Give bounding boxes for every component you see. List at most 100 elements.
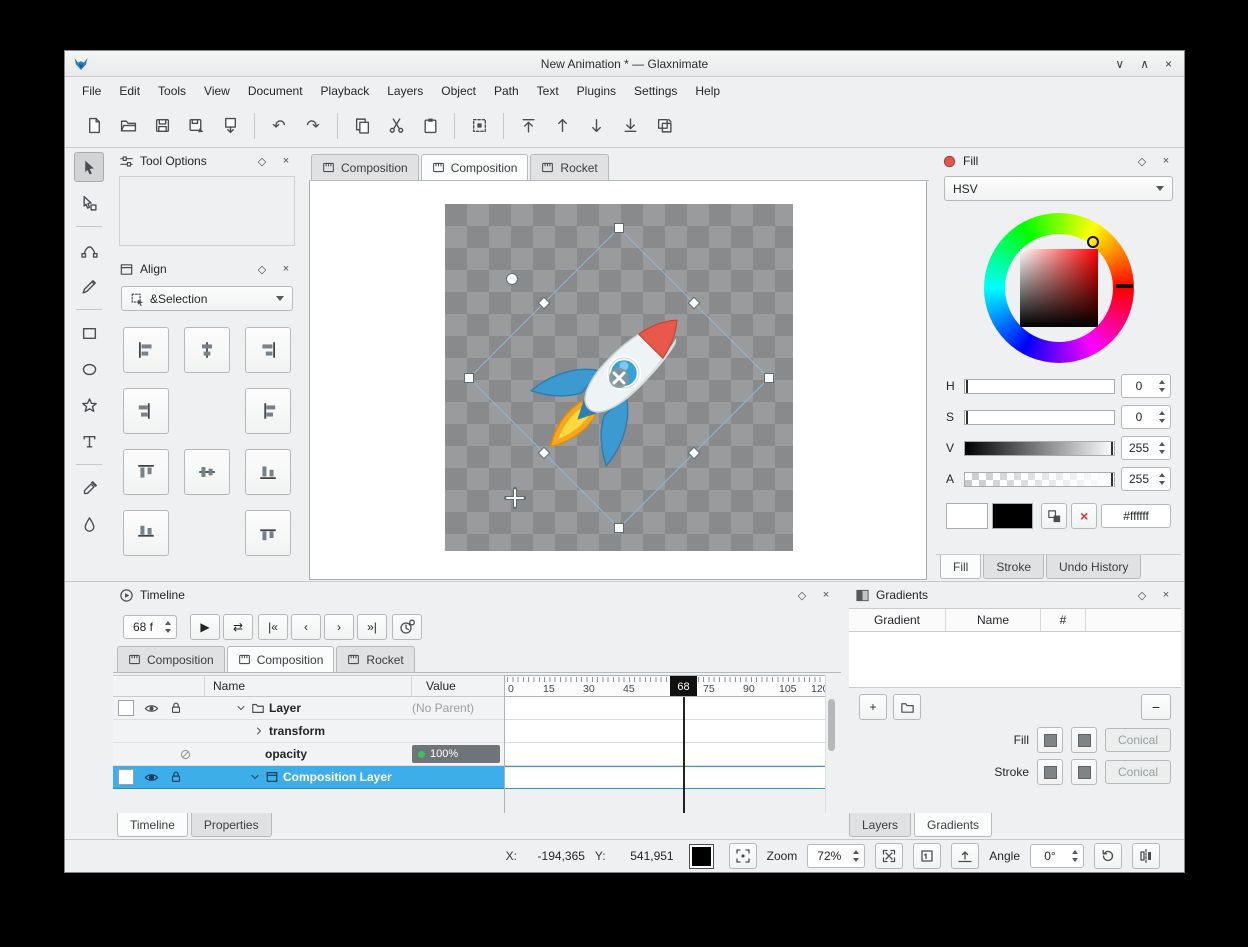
color-model-select[interactable]: HSV	[944, 176, 1173, 201]
canvas-artwork-layer[interactable]	[310, 181, 927, 580]
lock-icon[interactable]	[169, 701, 183, 715]
remove-gradient-button[interactable]: −	[1141, 694, 1171, 720]
saturation-value-square[interactable]	[1020, 249, 1098, 327]
hue-slider[interactable]	[964, 379, 1115, 394]
playhead-line[interactable]	[683, 697, 685, 814]
align-v-center-button[interactable]	[184, 449, 230, 495]
timeline-row-opacity[interactable]: opacity 100%	[113, 743, 504, 766]
fill-gradient-type-select[interactable]: Conical	[1105, 728, 1171, 752]
hue-marker[interactable]	[1116, 284, 1133, 288]
fill-gradient-radial-button[interactable]	[1071, 727, 1097, 753]
scrollbar-thumb[interactable]	[828, 699, 835, 751]
opacity-value-badge[interactable]: 100%	[412, 745, 500, 763]
fill-gradient-linear-button[interactable]	[1037, 727, 1063, 753]
align-v-bottom-button[interactable]	[245, 449, 291, 495]
visible-icon[interactable]	[144, 701, 159, 716]
timeline-tab-composition-2[interactable]: Composition	[227, 646, 335, 672]
tool-star[interactable]	[74, 390, 104, 420]
save-as-button[interactable]	[181, 111, 211, 141]
primary-color-swatch[interactable]	[946, 503, 988, 529]
paste-button[interactable]	[415, 111, 445, 141]
layer-color-checkbox[interactable]	[118, 769, 134, 785]
align-v-outside-top-button[interactable]	[123, 510, 169, 556]
count-column-header[interactable]: #	[1041, 609, 1086, 631]
align-v-top-button[interactable]	[123, 449, 169, 495]
redo-button[interactable]: ↷	[298, 111, 328, 141]
tool-edit-nodes[interactable]	[74, 188, 104, 218]
gradients-list[interactable]	[849, 632, 1181, 688]
loop-button[interactable]: ⇄	[223, 614, 253, 640]
view-reset-button[interactable]	[951, 843, 979, 869]
close-panel-button[interactable]: ×	[1157, 586, 1175, 604]
float-panel-button[interactable]: ◇	[793, 586, 811, 604]
secondary-color-swatch[interactable]	[992, 503, 1034, 529]
close-panel-button[interactable]: ×	[1157, 152, 1175, 170]
menu-tools[interactable]: Tools	[149, 80, 195, 102]
timeline-track-row[interactable]	[505, 743, 825, 766]
timeline-row-transform[interactable]: transform	[113, 720, 504, 743]
menu-plugins[interactable]: Plugins	[568, 80, 625, 102]
anchor-center-handle[interactable]	[609, 368, 629, 388]
tab-fill[interactable]: Fill	[940, 555, 981, 579]
frame-spinbox[interactable]: 68 f	[123, 615, 177, 639]
object-lower-button[interactable]	[581, 111, 611, 141]
menu-text[interactable]: Text	[528, 80, 568, 102]
float-panel-button[interactable]: ◇	[1133, 152, 1151, 170]
saturation-slider[interactable]	[964, 410, 1115, 425]
visible-icon[interactable]	[144, 770, 159, 785]
hex-color-input[interactable]: #ffffff	[1101, 504, 1171, 528]
go-first-frame-button[interactable]: |«	[258, 614, 288, 640]
tool-ellipse[interactable]	[74, 354, 104, 384]
dock-tab-properties[interactable]: Properties	[191, 813, 272, 837]
shade-button[interactable]: ∨	[1115, 58, 1124, 70]
float-panel-button[interactable]: ◇	[1133, 586, 1151, 604]
menu-edit[interactable]: Edit	[110, 80, 149, 102]
sv-marker[interactable]	[1087, 236, 1099, 248]
value-slider[interactable]	[964, 441, 1115, 456]
angle-spinbox[interactable]: 0°	[1030, 844, 1084, 868]
tool-fill[interactable]	[74, 509, 104, 539]
value-spinbox[interactable]: 255	[1121, 436, 1171, 460]
swap-colors-button[interactable]	[1041, 503, 1067, 529]
canvas-tab-composition-2[interactable]: Composition	[421, 154, 529, 180]
dock-tab-timeline[interactable]: Timeline	[117, 813, 188, 837]
save-button[interactable]	[147, 111, 177, 141]
menu-file[interactable]: File	[73, 80, 110, 102]
tool-color-picker[interactable]	[74, 473, 104, 503]
object-to-bottom-button[interactable]	[615, 111, 645, 141]
tool-draw-bezier[interactable]	[74, 235, 104, 265]
align-h-center-button[interactable]	[184, 327, 230, 373]
tab-undo-history[interactable]: Undo History	[1046, 555, 1141, 579]
prev-frame-button[interactable]: ‹	[291, 614, 321, 640]
timeline-tab-composition-1[interactable]: Composition	[117, 646, 225, 672]
cut-button[interactable]	[381, 111, 411, 141]
open-file-button[interactable]	[113, 111, 143, 141]
tool-rectangle[interactable]	[74, 318, 104, 348]
menu-object[interactable]: Object	[432, 80, 485, 102]
hue-spinbox[interactable]: 0	[1121, 374, 1171, 398]
stroke-gradient-linear-button[interactable]	[1037, 759, 1063, 785]
close-panel-button[interactable]: ×	[277, 152, 295, 170]
color-wheel[interactable]	[984, 213, 1134, 363]
saturation-spinbox[interactable]: 0	[1121, 405, 1171, 429]
export-button[interactable]	[215, 111, 245, 141]
canvas-viewport[interactable]	[309, 181, 927, 580]
scale-handle[interactable]	[465, 374, 474, 383]
name-column-header[interactable]: Name	[946, 609, 1041, 631]
undo-button[interactable]: ↶	[264, 111, 294, 141]
timeline-row-composition-layer[interactable]: Composition Layer	[113, 766, 504, 789]
mirror-view-button[interactable]	[1132, 843, 1160, 869]
tab-stroke[interactable]: Stroke	[983, 555, 1044, 579]
record-keyframes-button[interactable]	[392, 614, 422, 640]
timeline-tab-rocket[interactable]: Rocket	[336, 646, 414, 672]
maximize-button[interactable]: ∧	[1140, 58, 1149, 70]
scale-handle[interactable]	[615, 224, 624, 233]
scale-handle[interactable]	[615, 524, 624, 533]
zoom-fit-button[interactable]	[875, 843, 903, 869]
dock-tab-gradients[interactable]: Gradients	[914, 813, 992, 837]
fit-view-button[interactable]	[729, 843, 757, 869]
timeline-track-area[interactable]: 0 15 30 45 75 90 105 120 68	[504, 675, 825, 814]
align-h-right-button[interactable]	[245, 327, 291, 373]
close-button[interactable]: ×	[1165, 58, 1172, 70]
lock-icon[interactable]	[169, 770, 183, 784]
